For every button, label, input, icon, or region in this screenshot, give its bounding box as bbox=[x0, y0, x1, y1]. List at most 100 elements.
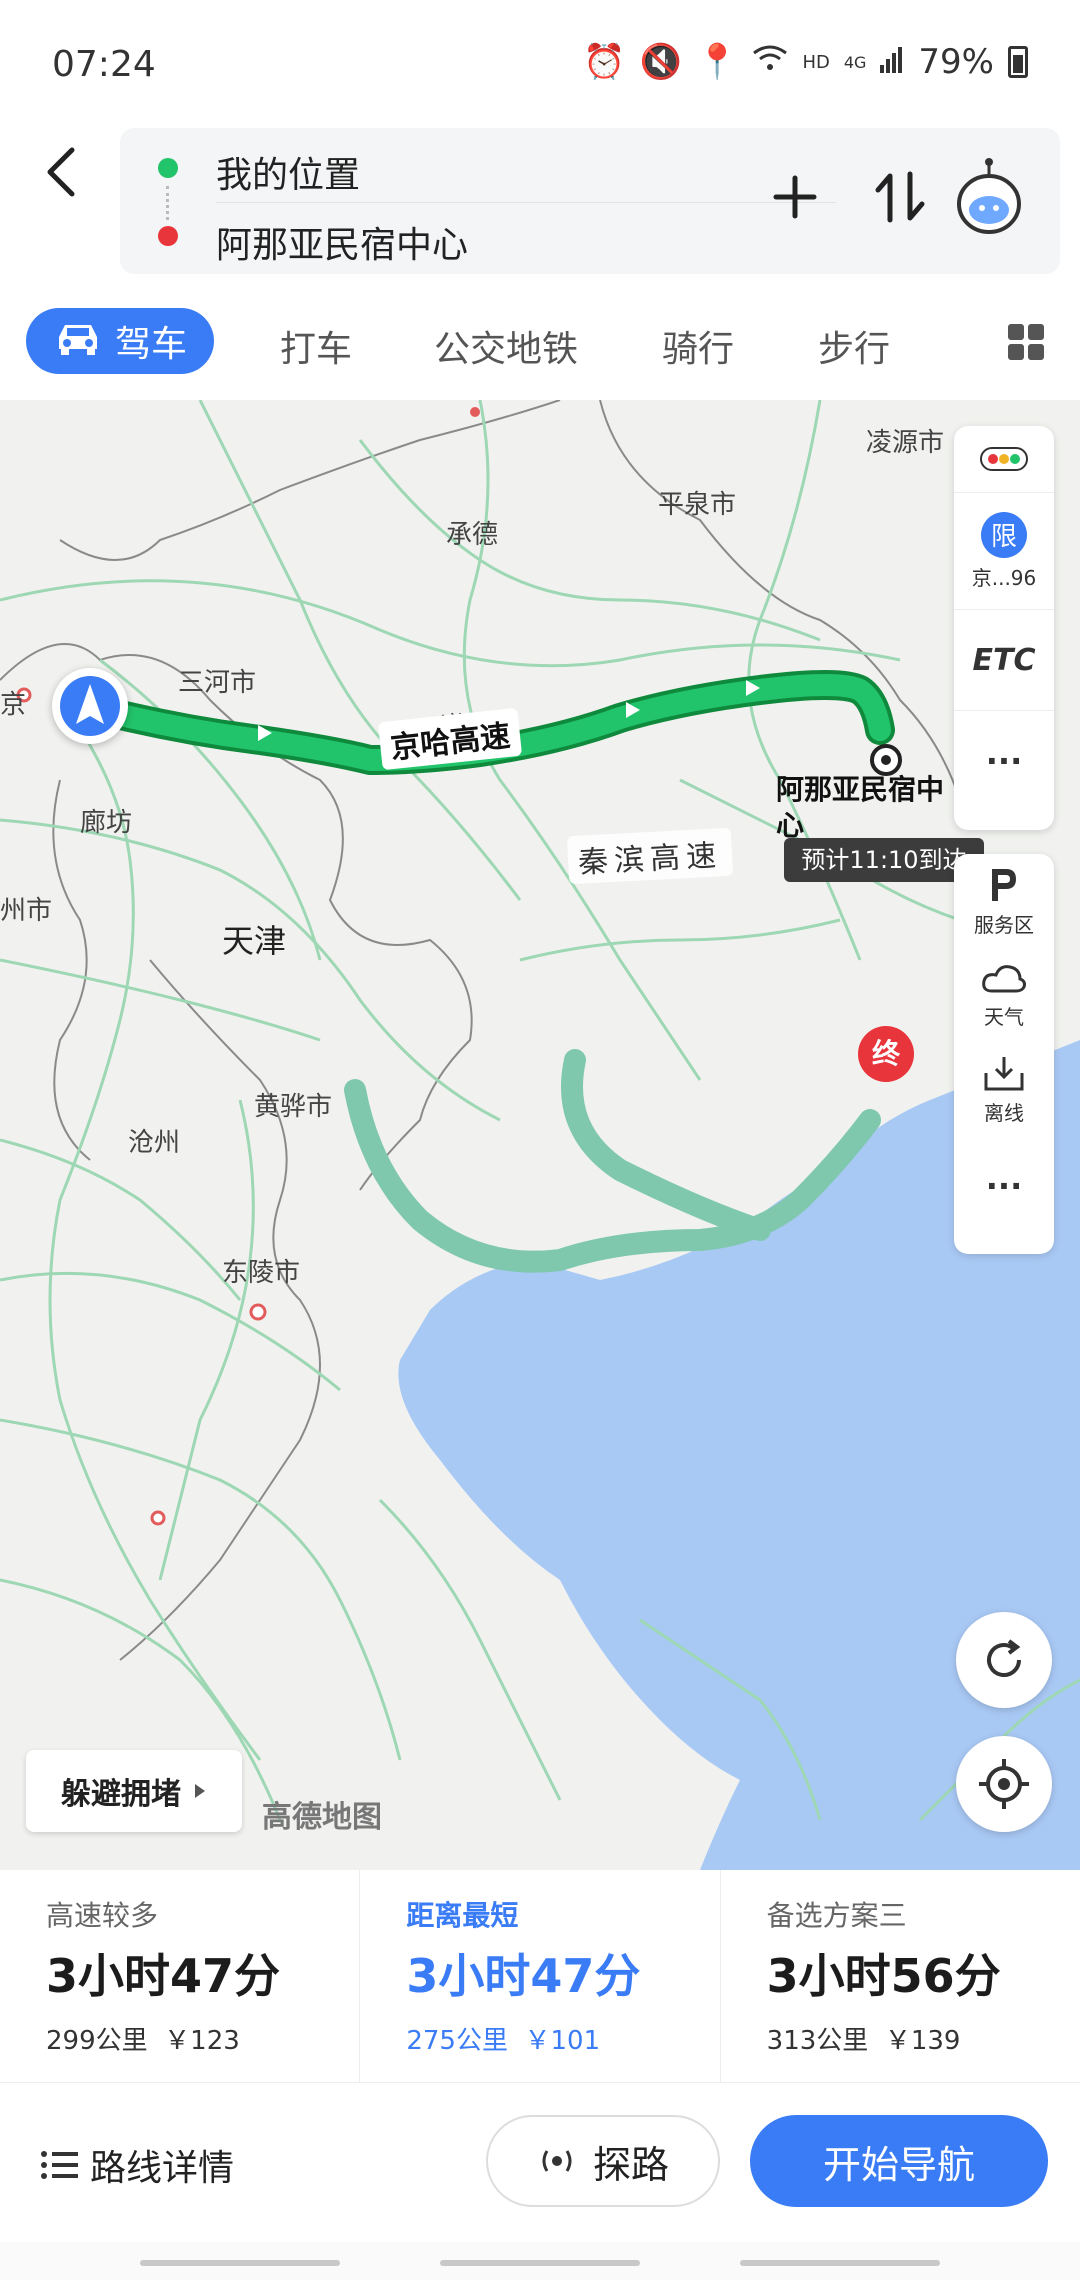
more-layers-button[interactable]: ··· bbox=[954, 1136, 1054, 1236]
tab-drive-label: 驾车 bbox=[114, 324, 187, 365]
city-label-cangzhou: 沧州 bbox=[128, 1128, 181, 1158]
destination-map-label: 阿那亚民宿中心 bbox=[776, 773, 945, 842]
home-bar-segment bbox=[140, 2260, 340, 2266]
start-navigation-button[interactable]: 开始导航 bbox=[750, 2115, 1048, 2207]
battery-level: 79% bbox=[918, 42, 994, 82]
list-icon bbox=[41, 2151, 78, 2179]
alt-route-branch bbox=[561, 1049, 771, 1241]
option-title: 高速较多 bbox=[46, 1899, 159, 1932]
route-option-3[interactable]: 备选方案三 3小时56分 313公里 ￥139 bbox=[721, 1870, 1080, 2082]
map-tools-panel: 限 京...96 ETC ··· bbox=[954, 426, 1054, 830]
traffic-light-button[interactable] bbox=[954, 426, 1054, 493]
more-dots-icon: ··· bbox=[985, 742, 1023, 780]
city-label-huanghua: 黄骅市 bbox=[254, 1092, 333, 1122]
route-options: 高速较多 3小时47分 299公里 ￥123 距离最短 3小时47分 275公里… bbox=[0, 1870, 1080, 2082]
destination-field[interactable]: 阿那亚民宿中心 bbox=[216, 216, 468, 268]
locate-icon bbox=[979, 1759, 1029, 1809]
tab-taxi[interactable]: 打车 bbox=[280, 320, 352, 372]
service-area-button[interactable]: 服务区 bbox=[954, 854, 1054, 948]
city-marker bbox=[470, 407, 480, 417]
location-icon: 📍 bbox=[696, 42, 739, 82]
add-waypoint-button[interactable] bbox=[770, 172, 820, 222]
status-time: 07:24 bbox=[52, 44, 156, 85]
road-label-qinbin: 秦滨高速 bbox=[566, 827, 734, 885]
city-label-sanhe: 三河市 bbox=[178, 668, 257, 698]
probe-route-label: 探路 bbox=[592, 2142, 669, 2187]
assistant-robot-icon[interactable] bbox=[954, 158, 1024, 236]
status-bar: 07:24 ⏰ 🔇 📍 HD 4G 79% bbox=[0, 0, 1080, 125]
option-distance: 313公里 bbox=[766, 2026, 869, 2056]
origin-field[interactable]: 我的位置 bbox=[216, 146, 360, 198]
weather-button[interactable]: 天气 bbox=[954, 948, 1054, 1042]
city-label-tianjin: 天津 bbox=[222, 922, 287, 960]
wifi-icon bbox=[752, 42, 788, 82]
plate-limit-button[interactable]: 限 京...96 bbox=[954, 493, 1054, 610]
back-button[interactable] bbox=[36, 142, 86, 202]
alarm-icon: ⏰ bbox=[583, 42, 626, 82]
route-details-button[interactable]: 路线详情 bbox=[40, 2139, 234, 2191]
option-distance: 299公里 bbox=[46, 2026, 148, 2056]
option-meta: 299公里 ￥123 bbox=[46, 2020, 240, 2057]
current-location-marker bbox=[52, 668, 128, 744]
more-modes-grid-icon[interactable] bbox=[1006, 322, 1046, 362]
tab-bike[interactable]: 骑行 bbox=[662, 320, 734, 372]
hd-indicator: HD bbox=[802, 51, 830, 73]
home-bar-segment bbox=[440, 2260, 640, 2266]
refresh-button[interactable] bbox=[956, 1612, 1052, 1708]
route-option-2[interactable]: 距离最短 3小时47分 275公里 ￥101 bbox=[360, 1870, 721, 2082]
download-icon bbox=[984, 1056, 1024, 1090]
avoid-congestion-button[interactable]: 躲避拥堵 bbox=[26, 1750, 242, 1832]
route-option-1[interactable]: 高速较多 3小时47分 299公里 ￥123 bbox=[0, 1870, 361, 2082]
city-label-lingyuan: 凌源市 bbox=[866, 428, 945, 458]
tab-transit[interactable]: 公交地铁 bbox=[434, 320, 578, 372]
city-marker bbox=[150, 1510, 166, 1526]
offline-label: 离线 bbox=[984, 1100, 1024, 1125]
mute-icon: 🔇 bbox=[639, 42, 683, 82]
option-title: 备选方案三 bbox=[766, 1899, 907, 1932]
limit-text: 京...96 bbox=[971, 565, 1037, 590]
weather-label: 天气 bbox=[984, 1004, 1024, 1029]
city-marker bbox=[249, 1303, 267, 1321]
network-type: 4G bbox=[843, 52, 867, 72]
navigation-arrow-icon bbox=[60, 676, 120, 736]
option-title: 距离最短 bbox=[406, 1899, 519, 1932]
option-meta: 313公里 ￥139 bbox=[767, 2020, 961, 2057]
map-view[interactable]: 凌源市 平泉市 承德 遵化市 三河市 京 廊坊 州市 天津 黄骅市 沧州 东陵市… bbox=[0, 400, 1080, 1870]
locate-button[interactable] bbox=[956, 1736, 1052, 1832]
destination-dot-icon bbox=[158, 226, 178, 246]
parking-icon bbox=[992, 868, 1016, 901]
end-marker: 终 bbox=[858, 1026, 914, 1082]
tab-walk[interactable]: 步行 bbox=[818, 320, 890, 372]
broadcast-icon bbox=[542, 2150, 572, 2172]
etc-button[interactable]: ETC bbox=[954, 610, 1054, 711]
home-indicator bbox=[0, 2242, 1080, 2280]
city-label-jing: 京 bbox=[0, 690, 27, 720]
option-duration: 3小时47分 bbox=[406, 1949, 641, 2003]
limit-badge: 限 bbox=[981, 511, 1027, 558]
play-arrow-icon bbox=[195, 1784, 205, 1798]
option-distance: 275公里 bbox=[406, 2026, 508, 2056]
traffic-light-icon bbox=[980, 447, 1028, 471]
probe-route-button[interactable]: 探路 bbox=[486, 2115, 720, 2207]
origin-dot-icon bbox=[158, 158, 178, 178]
option-meta: 275公里 ￥101 bbox=[406, 2020, 600, 2057]
more-tools-button[interactable]: ··· bbox=[954, 711, 1054, 811]
tab-drive[interactable]: 驾车 bbox=[26, 308, 214, 374]
city-label-dongling: 东陵市 bbox=[222, 1258, 301, 1288]
service-area-label: 服务区 bbox=[974, 912, 1034, 937]
swap-route-button[interactable] bbox=[872, 168, 928, 226]
route-divider bbox=[216, 202, 836, 203]
cloud-icon bbox=[982, 964, 1026, 992]
option-cost: ￥101 bbox=[524, 2026, 601, 2056]
offline-button[interactable]: 离线 bbox=[954, 1042, 1054, 1136]
city-label-bazhou: 州市 bbox=[0, 896, 53, 926]
status-icons: ⏰ 🔇 📍 HD 4G 79% bbox=[583, 42, 1028, 82]
city-label-langfang: 廊坊 bbox=[80, 808, 133, 838]
bottom-actions: 路线详情 探路 开始导航 bbox=[0, 2082, 1080, 2243]
map-watermark: 高德地图 bbox=[262, 1800, 382, 1835]
signal-icon bbox=[880, 42, 904, 82]
battery-icon bbox=[1008, 46, 1028, 78]
map-layers-panel: 服务区 天气 离线 ··· bbox=[954, 854, 1054, 1254]
option-duration: 3小时47分 bbox=[46, 1949, 281, 2003]
refresh-icon bbox=[987, 1639, 1021, 1677]
